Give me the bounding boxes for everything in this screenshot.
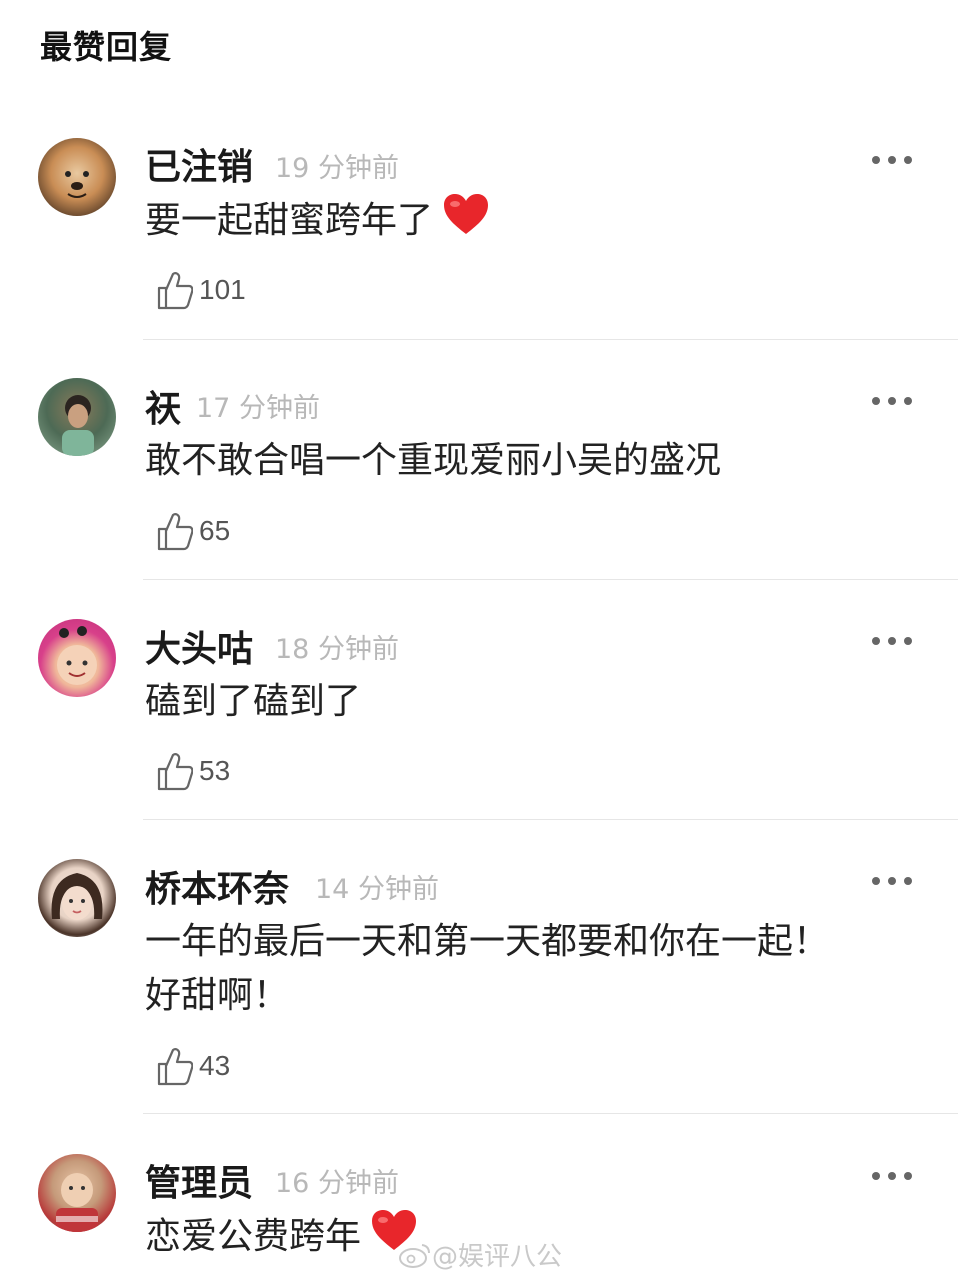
section-title: 最赞回复 bbox=[40, 28, 173, 66]
thumbs-up-icon bbox=[157, 1048, 193, 1086]
avatar[interactable] bbox=[38, 378, 116, 456]
username[interactable]: 大头咕 bbox=[145, 620, 253, 672]
username[interactable]: 已注销 bbox=[145, 138, 253, 190]
timestamp: 16 分钟前 bbox=[275, 1168, 399, 1199]
timestamp: 19 分钟前 bbox=[275, 153, 399, 184]
like-count: 53 bbox=[199, 755, 231, 786]
divider bbox=[143, 339, 958, 340]
red-heart-icon bbox=[443, 193, 489, 251]
username[interactable]: 管理员 bbox=[145, 1154, 253, 1206]
like-button[interactable]: 43 bbox=[157, 1046, 230, 1086]
like-button[interactable]: 65 bbox=[157, 511, 230, 551]
thumbs-up-icon bbox=[157, 753, 193, 791]
more-options-icon[interactable] bbox=[872, 634, 912, 648]
thumbs-up-icon bbox=[157, 513, 193, 551]
weibo-icon bbox=[399, 1243, 430, 1268]
comment-text-line-1: 一年的最后一天和第一天都要和你在一起！ bbox=[145, 921, 830, 962]
divider bbox=[143, 579, 958, 580]
more-options-icon[interactable] bbox=[872, 153, 912, 167]
timestamp: 17 分钟前 bbox=[196, 393, 320, 424]
username[interactable]: 桥本环奈 bbox=[145, 860, 289, 912]
comment-text: 敢不敢合唱一个重现爱丽小吴的盛况 bbox=[145, 440, 722, 481]
timestamp: 14 分钟前 bbox=[315, 874, 439, 905]
more-options-icon[interactable] bbox=[872, 394, 912, 408]
comment-text: 要一起甜蜜跨年了 bbox=[145, 193, 489, 251]
divider bbox=[143, 1113, 958, 1114]
more-options-icon[interactable] bbox=[872, 1169, 912, 1183]
like-count: 101 bbox=[199, 274, 246, 305]
watermark: @娱评八公 bbox=[398, 1236, 562, 1273]
avatar[interactable] bbox=[38, 859, 116, 937]
like-count: 65 bbox=[199, 515, 231, 546]
like-count: 43 bbox=[199, 1050, 231, 1081]
username[interactable]: 祆 bbox=[145, 380, 181, 432]
avatar[interactable] bbox=[38, 138, 116, 216]
timestamp: 18 分钟前 bbox=[275, 634, 399, 665]
divider bbox=[143, 819, 958, 820]
thumbs-up-icon bbox=[157, 272, 193, 310]
comment-text-line-2: 好甜啊！ bbox=[145, 975, 290, 1016]
more-options-icon[interactable] bbox=[872, 874, 912, 888]
avatar[interactable] bbox=[38, 619, 116, 697]
comment-text: 恋爱公费跨年 bbox=[145, 1209, 417, 1267]
like-button[interactable]: 53 bbox=[157, 751, 230, 791]
comment-text: 磕到了磕到了 bbox=[145, 681, 362, 722]
like-button[interactable]: 101 bbox=[157, 270, 246, 310]
avatar[interactable] bbox=[38, 1154, 116, 1232]
